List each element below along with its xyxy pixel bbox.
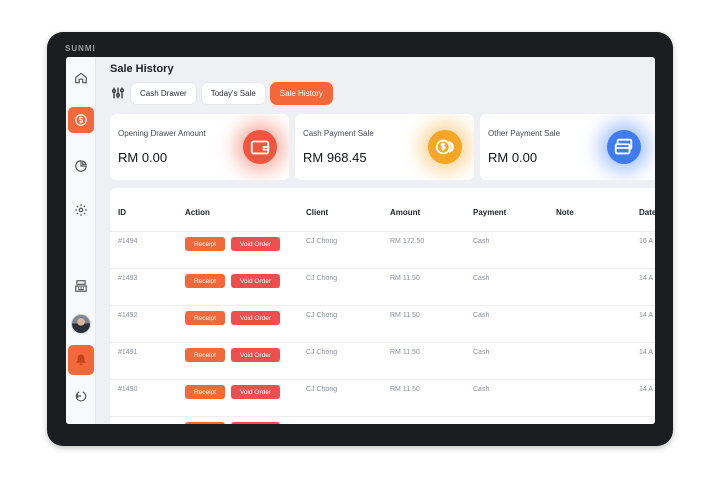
row-date: 16 A	[639, 238, 654, 245]
table-row[interactable]: #1493 Receipt Void Order CJ Chong RM 11.…	[110, 268, 655, 305]
receipt-button[interactable]: Receipt	[185, 274, 225, 288]
card-icon-bg	[243, 130, 277, 164]
card-opening-drawer: Opening Drawer Amount RM 0.00	[110, 114, 289, 180]
receipt-button[interactable]: Receipt	[185, 311, 225, 325]
sidebar-item-settings[interactable]	[68, 197, 94, 223]
sidebar	[66, 57, 96, 424]
table-row[interactable]: #1492 Receipt Void Order CJ Chong RM 11.…	[110, 305, 655, 342]
row-client: CJ Chong	[306, 312, 338, 319]
receipt-button[interactable]: Receipt	[185, 385, 225, 399]
row-id: #1492	[118, 312, 138, 319]
app-screen: Sale History Cash Drawer Today's Sale Sa…	[66, 57, 655, 424]
void-order-button[interactable]: Void Order	[231, 348, 280, 362]
tab-todays-sale[interactable]: Today's Sale	[200, 81, 266, 105]
receipt-button[interactable]: Receipt	[185, 237, 225, 251]
card-cash-payment: Cash Payment Sale RM 968.45	[295, 114, 474, 180]
tab-sale-history[interactable]: Sale History	[269, 81, 333, 105]
card-other-payment: Other Payment Sale RM 0.00	[480, 114, 655, 180]
row-date: 14 A	[639, 275, 654, 282]
sidebar-item-notifications[interactable]	[68, 345, 94, 375]
row-payment: Cash	[473, 312, 490, 319]
logout-icon	[75, 391, 87, 402]
table-row[interactable]: #1490 Receipt Void Order CJ Chong RM 11.…	[110, 379, 655, 416]
row-date: 14 A	[639, 312, 654, 319]
avatar	[71, 314, 91, 334]
column-header-note: Note	[556, 208, 574, 217]
summary-cards: Opening Drawer Amount RM 0.00 Cash Payme…	[110, 114, 655, 180]
row-date: 14 A	[639, 349, 654, 356]
tab-cash-drawer[interactable]: Cash Drawer	[130, 81, 197, 105]
card-value: RM 968.45	[303, 150, 367, 165]
row-id: #1491	[118, 349, 138, 356]
receipt-button[interactable]: Receipt	[185, 348, 225, 362]
row-amount: RM 11.50	[390, 386, 420, 393]
sales-table: ID Action Client Amount Payment Note Dat…	[110, 188, 655, 424]
row-date: 14 A	[639, 386, 654, 393]
cards-icon	[614, 138, 633, 155]
bell-icon	[76, 354, 86, 366]
sidebar-item-profile[interactable]	[68, 311, 94, 337]
column-header-payment: Payment	[473, 208, 507, 217]
column-header-action: Action	[185, 208, 210, 217]
row-payment: Cash	[473, 349, 490, 356]
dollar-icon	[75, 114, 87, 126]
sidebar-item-sales[interactable]	[68, 107, 94, 133]
column-header-amount: Amount	[390, 208, 421, 217]
row-amount: RM 172.50	[390, 238, 425, 245]
void-order-button[interactable]: Void Order	[231, 311, 280, 325]
row-amount: RM 11.50	[390, 312, 420, 319]
receipt-button[interactable]	[185, 422, 225, 424]
coins-icon	[435, 139, 454, 155]
row-amount: RM 11.50	[390, 275, 420, 282]
sidebar-item-home[interactable]	[68, 65, 94, 91]
home-icon	[75, 72, 87, 84]
card-label: Other Payment Sale	[488, 129, 561, 138]
row-client: CJ Chong	[306, 386, 338, 393]
void-order-button[interactable]	[231, 422, 280, 424]
column-header-id: ID	[118, 208, 126, 217]
table-row[interactable]: #1494 Receipt Void Order CJ Chong RM 172…	[110, 231, 655, 268]
column-header-client: Client	[306, 208, 329, 217]
row-id: #1494	[118, 238, 138, 245]
card-label: Opening Drawer Amount	[118, 129, 206, 138]
column-header-date: Date	[639, 208, 655, 217]
card-value: RM 0.00	[118, 150, 168, 165]
void-order-button[interactable]: Void Order	[231, 274, 280, 288]
table-row[interactable]: #1491 Receipt Void Order CJ Chong RM 11.…	[110, 342, 655, 379]
wallet-icon	[250, 140, 270, 155]
tab-bar: Cash Drawer Today's Sale Sale History	[110, 81, 337, 105]
filter-icon[interactable]	[110, 85, 126, 101]
row-client: CJ Chong	[306, 275, 338, 282]
main-content: Sale History Cash Drawer Today's Sale Sa…	[110, 57, 655, 424]
card-label: Cash Payment Sale	[303, 129, 374, 138]
row-client: CJ Chong	[306, 349, 338, 356]
row-payment: Cash	[473, 238, 490, 245]
table-row-partial[interactable]	[110, 416, 655, 424]
sidebar-item-logout[interactable]	[68, 383, 94, 409]
device-brand: SUNMI	[65, 44, 96, 53]
row-amount: RM 11.50	[390, 349, 420, 356]
gear-icon	[75, 204, 87, 216]
cash-register-icon	[75, 280, 87, 292]
void-order-button[interactable]: Void Order	[231, 385, 280, 399]
tablet-frame: SUNMI Sale History Cash Drawer Today's S…	[47, 32, 673, 446]
card-value: RM 0.00	[488, 150, 538, 165]
pie-chart-icon	[75, 160, 87, 172]
row-client: CJ Chong	[306, 238, 338, 245]
row-id: #1490	[118, 386, 138, 393]
page-title: Sale History	[110, 63, 174, 75]
card-icon-bg	[428, 130, 462, 164]
row-payment: Cash	[473, 386, 490, 393]
sidebar-item-reports[interactable]	[68, 153, 94, 179]
card-icon-bg	[607, 130, 641, 164]
row-payment: Cash	[473, 275, 490, 282]
row-id: #1493	[118, 275, 138, 282]
void-order-button[interactable]: Void Order	[231, 237, 280, 251]
sidebar-item-cashier[interactable]	[68, 273, 94, 299]
